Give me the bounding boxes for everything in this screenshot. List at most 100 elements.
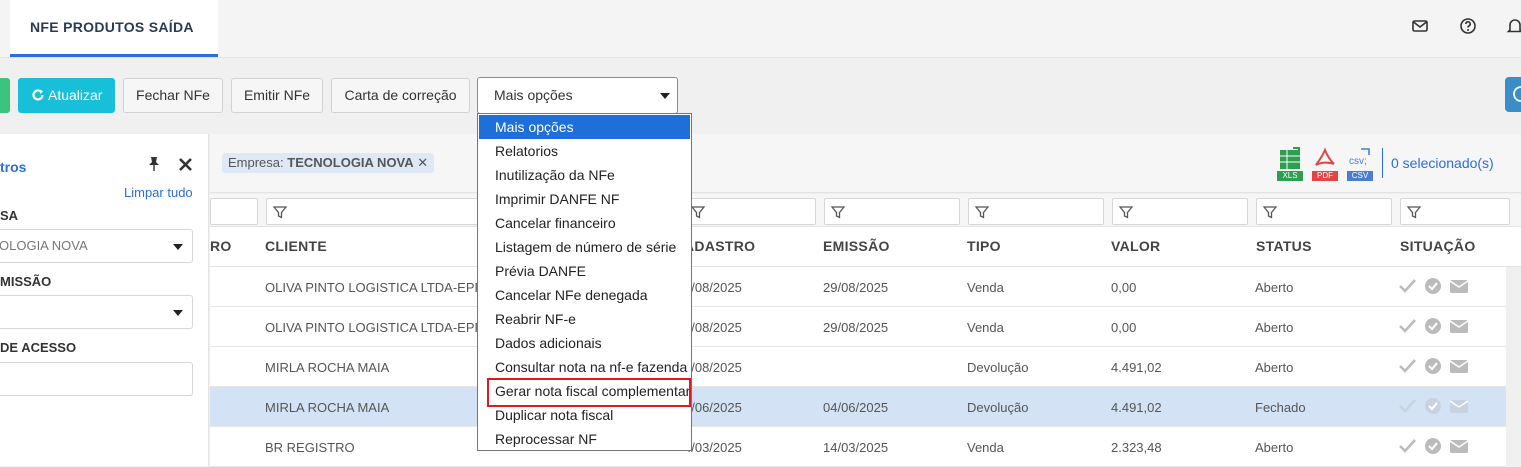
more-options-select[interactable]: Mais opções	[477, 77, 678, 114]
emission-label: MISSÃO	[0, 274, 52, 289]
option-cancelar-financeiro[interactable]: Cancelar financeiro	[479, 211, 690, 235]
chip-remove-icon[interactable]: ✕	[417, 155, 428, 170]
col-value[interactable]: VALOR	[1111, 238, 1160, 254]
refresh-icon	[32, 89, 44, 101]
cell-value: 0,00	[1111, 280, 1137, 295]
cell-registration: 4/03/2025	[684, 440, 742, 455]
help-circle-button[interactable]	[1505, 77, 1521, 112]
help-icon[interactable]	[1459, 17, 1477, 35]
pin-icon[interactable]	[146, 156, 162, 172]
close-icon[interactable]	[178, 157, 193, 172]
chevron-down-icon	[173, 244, 183, 250]
cell-client: BR REGISTRO	[265, 440, 355, 455]
refresh-label: Atualizar	[48, 87, 103, 103]
row-actions[interactable]	[1398, 317, 1470, 335]
option-previa-danfe[interactable]: Prévia DANFE	[479, 259, 690, 283]
filter-emission-input[interactable]	[824, 198, 960, 225]
table-row[interactable]: BR REGISTRO 4/03/2025 14/03/2025 Venda 2…	[210, 427, 1506, 467]
option-dados-adicionais[interactable]: Dados adicionais	[479, 331, 690, 355]
table-row-selected[interactable]: MIRLA ROCHA MAIA 4/06/2025 04/06/2025 De…	[210, 387, 1506, 427]
filter-value-input[interactable]	[1112, 198, 1248, 225]
cell-client: MIRLA ROCHA MAIA	[265, 360, 390, 375]
option-reprocessar-nf[interactable]: Reprocessar NF	[479, 427, 690, 451]
filter-type-input[interactable]	[968, 198, 1104, 225]
export-csv-button[interactable]: csv; CSV	[1347, 147, 1373, 181]
emit-nfe-button[interactable]: Emitir NFe	[231, 78, 323, 113]
check-circle-icon	[1425, 278, 1441, 294]
col-number[interactable]: RO	[210, 238, 232, 254]
filter-registration-input[interactable]	[684, 198, 816, 225]
option-cancelar-nfe-denegada[interactable]: Cancelar NFe denegada	[479, 283, 690, 307]
col-emission[interactable]: EMISSÃO	[823, 238, 890, 254]
col-client[interactable]: CLIENTE	[265, 238, 327, 254]
cell-registration: 9/08/2025	[684, 320, 742, 335]
option-consultar-nota[interactable]: Consultar nota na nf-e fazenda	[479, 355, 690, 379]
close-nfe-button[interactable]: Fechar NFe	[123, 78, 223, 113]
filter-icon	[273, 206, 287, 219]
row-actions[interactable]	[1398, 357, 1470, 375]
add-button[interactable]	[0, 78, 10, 113]
cell-type: Devolução	[967, 360, 1029, 375]
chevron-down-icon	[660, 93, 670, 99]
option-inutilizacao[interactable]: Inutilização da NFe	[479, 163, 690, 187]
option-reabrir-nfe[interactable]: Reabrir NF-e	[479, 307, 690, 331]
spreadsheet-icon	[1280, 147, 1300, 169]
col-situation[interactable]: SITUAÇÃO	[1400, 238, 1476, 254]
xls-label: XLS	[1277, 171, 1303, 181]
more-options-value: Mais opções	[494, 87, 573, 103]
chip-value: TECNOLOGIA NOVA	[287, 155, 414, 170]
cell-registration: 9/08/2025	[684, 280, 742, 295]
row-actions[interactable]	[1398, 277, 1470, 295]
filter-situation-input[interactable]	[1400, 198, 1510, 225]
top-header: NFE PRODUTOS SAÍDA	[0, 0, 1521, 58]
highlight-box	[487, 378, 691, 407]
table-row[interactable]: MIRLA ROCHA MAIA 5/08/2025 Devolução 4.4…	[210, 347, 1506, 387]
company-select[interactable]: OLOGIA NOVA	[0, 229, 193, 263]
filter-status-input[interactable]	[1256, 198, 1392, 225]
tab-nfe-produtos-saida[interactable]: NFE PRODUTOS SAÍDA	[10, 0, 218, 57]
option-imprimir-danfe[interactable]: Imprimir DANFE NF	[479, 187, 690, 211]
option-relatorios[interactable]: Relatorios	[479, 139, 690, 163]
export-xls-button[interactable]: XLS	[1277, 147, 1303, 181]
col-type[interactable]: TIPO	[967, 238, 1001, 254]
check-circle-icon	[1425, 358, 1441, 374]
svg-text:csv;: csv;	[1349, 156, 1367, 167]
emission-select[interactable]	[0, 295, 193, 329]
access-key-input[interactable]	[0, 362, 193, 396]
cell-status: Aberto	[1255, 320, 1294, 335]
col-status[interactable]: STATUS	[1256, 238, 1312, 254]
filter-icon	[1263, 206, 1277, 219]
table-row[interactable]: OLIVA PINTO LOGISTICA LTDA-EPP 9/08/2025…	[210, 267, 1506, 307]
export-pdf-button[interactable]: PDF	[1312, 147, 1338, 181]
option-mais-opcoes[interactable]: Mais opções	[479, 115, 690, 139]
csv-label: CSV	[1347, 171, 1373, 181]
correction-letter-button[interactable]: Carta de correção	[331, 78, 470, 113]
access-key-label: DE ACESSO	[0, 340, 77, 355]
col-registration[interactable]: ADASTRO	[684, 238, 755, 254]
pdf-icon	[1315, 147, 1335, 166]
row-actions[interactable]	[1398, 397, 1470, 415]
cell-status: Aberto	[1255, 280, 1294, 295]
row-actions[interactable]	[1398, 437, 1470, 455]
company-filter-chip[interactable]: Empresa: TECNOLOGIA NOVA ✕	[222, 153, 435, 173]
cell-emission: 04/06/2025	[823, 400, 889, 415]
mail-icon[interactable]	[1411, 17, 1429, 35]
check-icon	[1399, 319, 1416, 333]
cell-registration: 4/06/2025	[684, 400, 742, 415]
filter-number-input[interactable]	[210, 198, 258, 225]
cell-registration: 5/08/2025	[684, 360, 742, 375]
cell-emission: 29/08/2025	[823, 280, 889, 295]
chevron-down-icon	[173, 310, 183, 316]
bell-icon[interactable]	[1506, 17, 1521, 35]
divider	[1382, 148, 1383, 178]
refresh-button[interactable]: Atualizar	[18, 78, 115, 113]
clear-all-link[interactable]: Limpar tudo	[124, 185, 193, 200]
company-label: SA	[0, 208, 19, 223]
cell-status: Fechado	[1255, 400, 1306, 415]
table-row[interactable]: OLIVA PINTO LOGISTICA LTDA-EPP 9/08/2025…	[210, 307, 1506, 347]
cell-client: OLIVA PINTO LOGISTICA LTDA-EPP	[265, 280, 484, 295]
cell-emission: 14/03/2025	[823, 440, 889, 455]
option-listagem-serie[interactable]: Listagem de número de série	[479, 235, 690, 259]
chip-label: Empresa:	[228, 155, 284, 170]
check-icon	[1399, 359, 1416, 373]
